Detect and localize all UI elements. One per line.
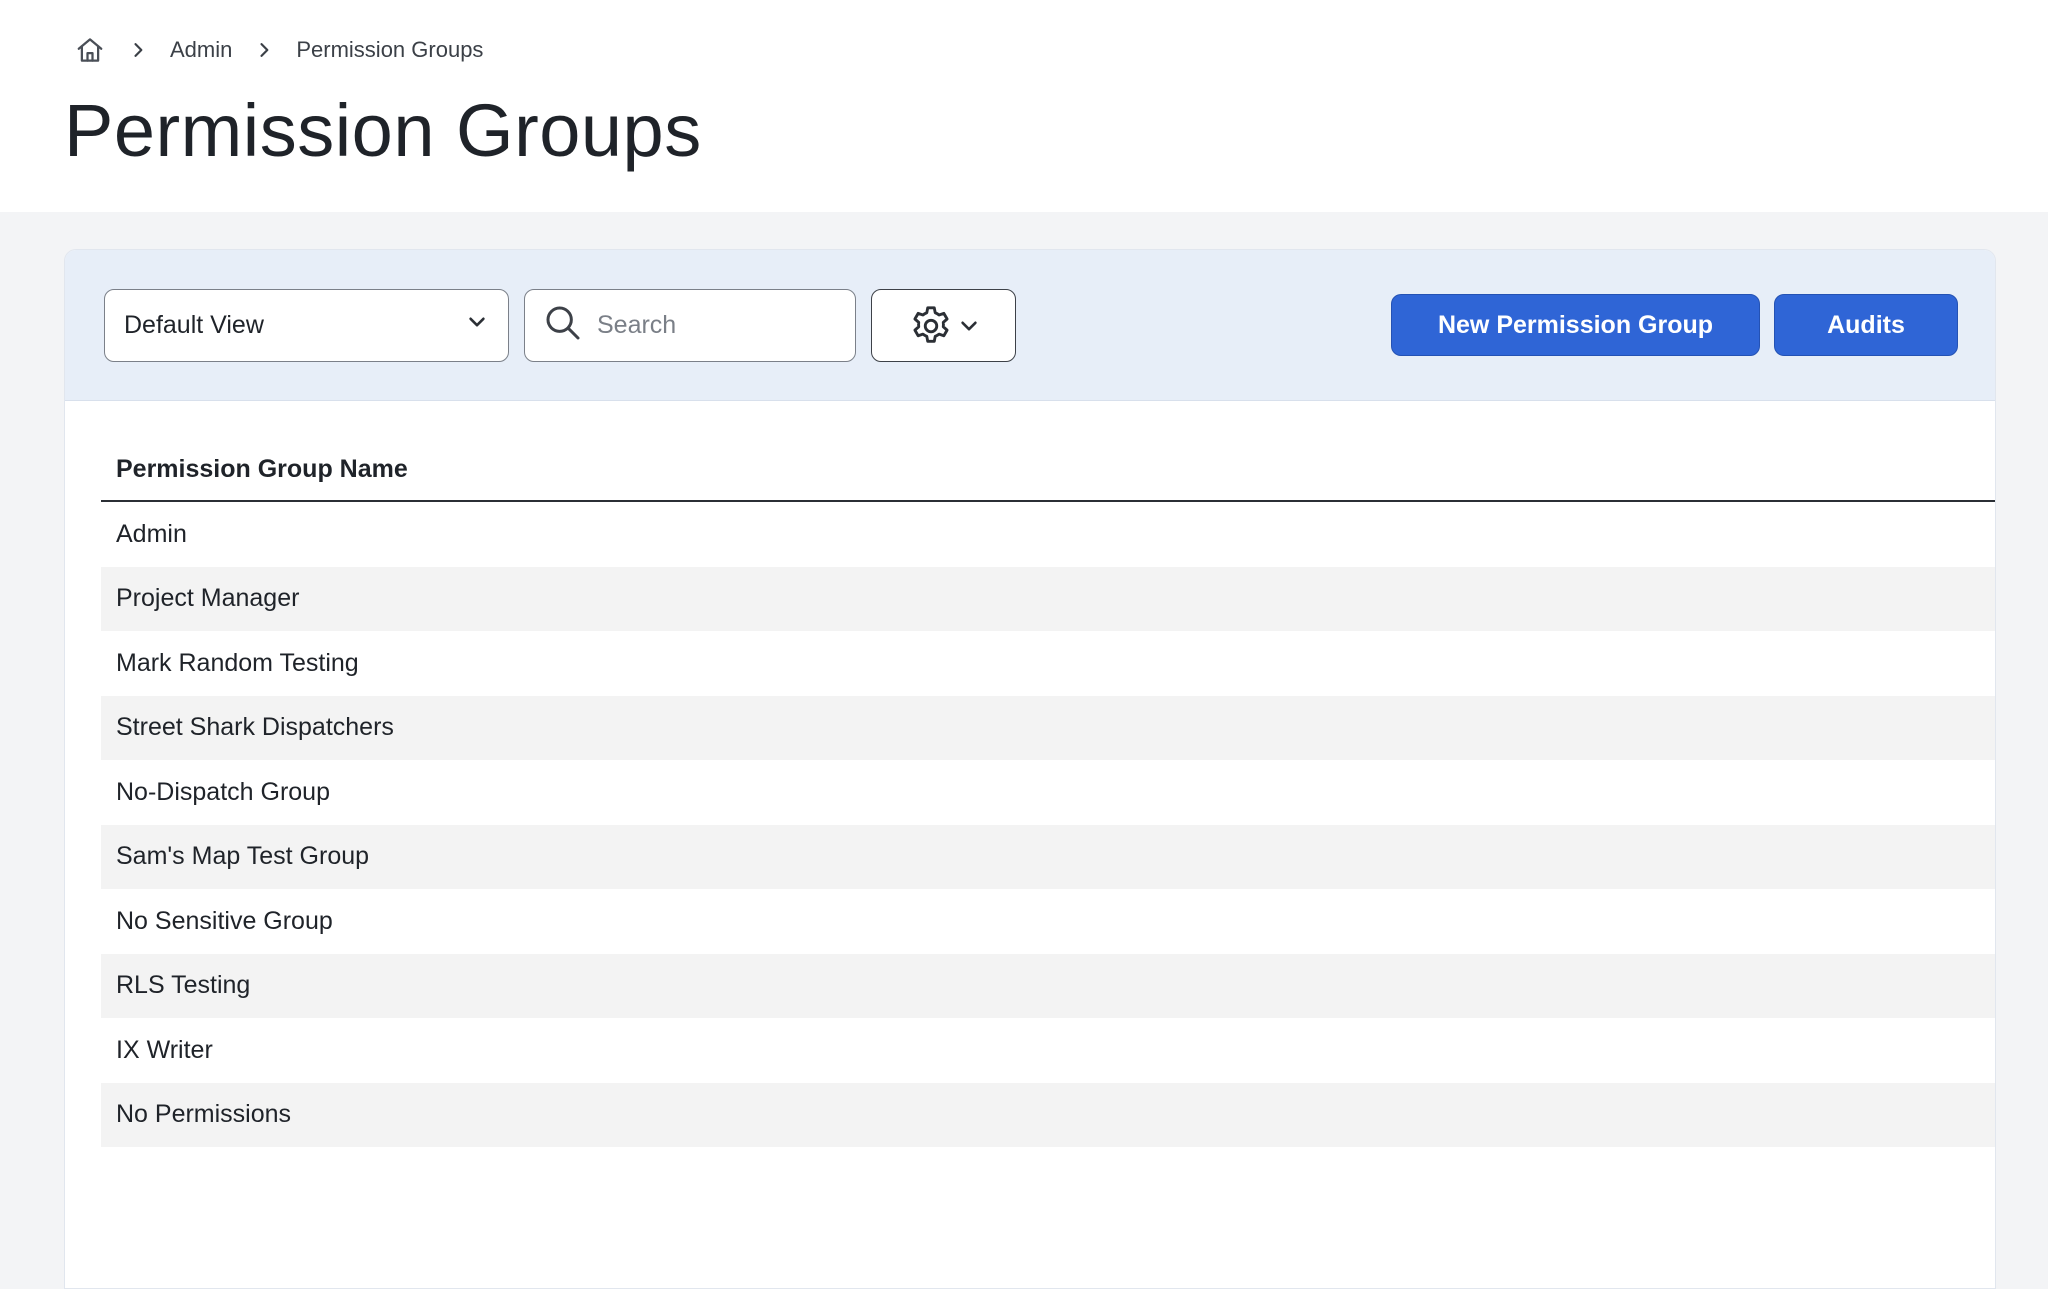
breadcrumb-item-admin[interactable]: Admin	[170, 37, 232, 63]
table-row[interactable]: No Sensitive Group	[101, 889, 1995, 954]
column-header-permission-group-name[interactable]: Permission Group Name	[101, 401, 1995, 502]
page-title: Permission Groups	[64, 89, 702, 172]
search-box	[524, 289, 856, 362]
chevron-down-icon	[958, 315, 980, 337]
table-row[interactable]: No Permissions	[101, 1082, 1995, 1147]
breadcrumb-item-current: Permission Groups	[296, 37, 484, 62]
chevron-down-icon	[466, 311, 488, 340]
breadcrumb: Admin Permission Groups	[74, 34, 483, 66]
chevron-right-icon	[126, 38, 150, 62]
home-icon[interactable]	[74, 34, 106, 66]
table-row[interactable]: No-Dispatch Group	[101, 760, 1995, 825]
gear-icon	[908, 303, 954, 349]
table-row[interactable]: Admin	[101, 502, 1995, 567]
page-header: Admin Permission Groups Permission Group…	[0, 0, 2048, 212]
table-row[interactable]: Sam's Map Test Group	[101, 824, 1995, 889]
audits-button[interactable]: Audits	[1774, 294, 1958, 356]
table-row[interactable]: Project Manager	[101, 566, 1995, 631]
permission-groups-table: Permission Group Name Admin Project Mana…	[101, 401, 1995, 1147]
toolbar: Default View New Permission Group	[65, 250, 1995, 401]
table-row[interactable]: IX Writer	[101, 1018, 1995, 1083]
view-select-value: Default View	[124, 311, 264, 339]
table-row[interactable]: RLS Testing	[101, 953, 1995, 1018]
new-permission-group-button[interactable]: New Permission Group	[1391, 294, 1760, 356]
chevron-right-icon	[252, 38, 276, 62]
search-icon	[543, 303, 583, 348]
search-input[interactable]	[597, 311, 827, 340]
settings-menu-button[interactable]	[871, 289, 1016, 362]
table-row[interactable]: Street Shark Dispatchers	[101, 695, 1995, 760]
table-row[interactable]: Mark Random Testing	[101, 631, 1995, 696]
permission-groups-card: Default View New Permission Group	[64, 249, 1996, 1289]
view-select[interactable]: Default View	[104, 289, 509, 362]
table-body: Admin Project Manager Mark Random Testin…	[101, 502, 1995, 1147]
